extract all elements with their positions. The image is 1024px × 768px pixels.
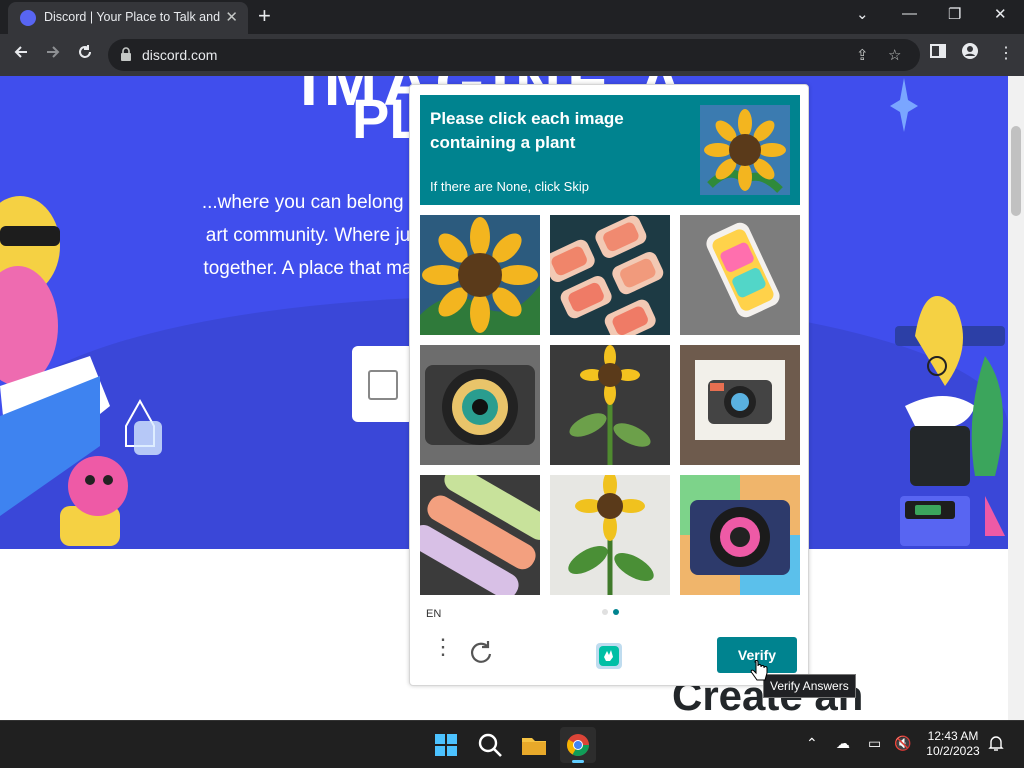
- captcha-image-colorful-camera[interactable]: [680, 475, 800, 595]
- sunflower-sample-icon: [700, 105, 790, 195]
- tray-chevron-up-icon[interactable]: ⌃: [806, 735, 818, 752]
- prompt-title: Please click each image containing a pla…: [430, 109, 624, 152]
- captcha-prompt: Please click each image containing a pla…: [420, 95, 800, 205]
- captcha-image-sunflower-plant[interactable]: [550, 345, 670, 465]
- address-bar[interactable]: discord.com ⇪ ☆: [108, 39, 920, 71]
- hero-text-line: together. A place that ma: [203, 258, 413, 279]
- captcha-menu-icon[interactable]: ⋮: [432, 636, 454, 658]
- hero-text-line: ...where you can belong t: [201, 192, 415, 213]
- captcha-image-sunflower-painting[interactable]: [420, 215, 540, 335]
- url-text: discord.com: [142, 47, 218, 63]
- page-dot: [602, 609, 608, 615]
- refresh-challenge-icon[interactable]: [468, 639, 494, 665]
- tab-search-chevron-icon[interactable]: ⌄: [856, 5, 869, 23]
- back-arrow-icon[interactable]: [12, 43, 30, 66]
- lock-icon: [121, 47, 131, 61]
- hero-text-line: art community. Where ju: [205, 225, 411, 246]
- browser-menu-icon[interactable]: ⋮: [998, 43, 1014, 63]
- forward-arrow-icon[interactable]: [44, 43, 62, 66]
- captcha-image-sushi-rolls[interactable]: [550, 215, 670, 335]
- browser-tab[interactable]: Discord | Your Place to Talk and Hang Ou…: [8, 2, 248, 34]
- windows-start-icon[interactable]: [428, 727, 464, 763]
- file-explorer-icon[interactable]: [516, 727, 552, 763]
- taskbar-clock[interactable]: 12:43 AM 10/2/2023: [918, 729, 988, 759]
- captcha-image-sunflower-sketch[interactable]: [550, 475, 670, 595]
- tab-title: Discord | Your Place to Talk and Hang Ou…: [44, 10, 220, 24]
- captcha-challenge: Please click each image containing a pla…: [409, 84, 809, 686]
- browser-toolbar: discord.com ⇪ ☆ ⋮: [0, 34, 1024, 76]
- minimize-button[interactable]: —: [902, 5, 917, 22]
- right-character-illustration: [895, 296, 1005, 546]
- chrome-taskbar-item[interactable]: [560, 727, 596, 763]
- hand-cursor-icon: [750, 660, 768, 681]
- scrollbar-thumb[interactable]: [1011, 126, 1021, 216]
- sparkle-icon: [890, 78, 918, 132]
- new-tab-button[interactable]: +: [258, 3, 271, 29]
- profile-avatar-icon[interactable]: [962, 43, 978, 64]
- sample-image: [700, 105, 790, 195]
- captcha-image-sushi-platter[interactable]: [420, 475, 540, 595]
- side-panel-icon[interactable]: [930, 43, 946, 64]
- window-close-button[interactable]: ✕: [994, 5, 1007, 23]
- reload-icon[interactable]: [76, 43, 94, 66]
- browser-tab-strip: Discord | Your Place to Talk and Hang Ou…: [0, 0, 1024, 34]
- network-icon[interactable]: ▭: [868, 735, 881, 752]
- captcha-checkbox-widget[interactable]: [352, 346, 414, 422]
- captcha-image-camera-lens[interactable]: [420, 345, 540, 465]
- restore-button[interactable]: ❐: [948, 5, 961, 23]
- hero-description: ...where you can belong t art community.…: [198, 186, 418, 285]
- language-selector[interactable]: EN: [426, 608, 441, 620]
- chrome-icon: [567, 734, 589, 756]
- discord-favicon-icon: [20, 10, 36, 26]
- clock-date: 10/2/2023: [926, 744, 980, 758]
- notification-bell-icon[interactable]: [988, 734, 1004, 752]
- clock-time: 12:43 AM: [927, 729, 979, 743]
- left-character-illustration: [0, 196, 162, 546]
- verify-tooltip: Verify Answers: [763, 674, 856, 698]
- search-icon[interactable]: [472, 727, 508, 763]
- captcha-image-camera-on-paper[interactable]: [680, 345, 800, 465]
- windows-taskbar: ⌃ ☁ ▭ 🔇 12:43 AM 10/2/2023: [0, 720, 1024, 768]
- share-icon[interactable]: ⇪: [856, 46, 869, 64]
- cloud-offline-icon[interactable]: ☁: [836, 735, 850, 752]
- volume-muted-icon[interactable]: 🔇: [894, 735, 911, 752]
- hcaptcha-logo-icon: [596, 643, 622, 669]
- page-dot-active: [613, 609, 619, 615]
- checkbox[interactable]: [368, 370, 398, 400]
- captcha-image-colorful-phone[interactable]: [680, 215, 800, 335]
- prompt-subtitle: If there are None, click Skip: [430, 179, 589, 194]
- bookmark-star-icon[interactable]: ☆: [888, 46, 901, 64]
- page-scrollbar[interactable]: [1008, 76, 1024, 720]
- tab-close-icon[interactable]: ✕: [225, 8, 238, 26]
